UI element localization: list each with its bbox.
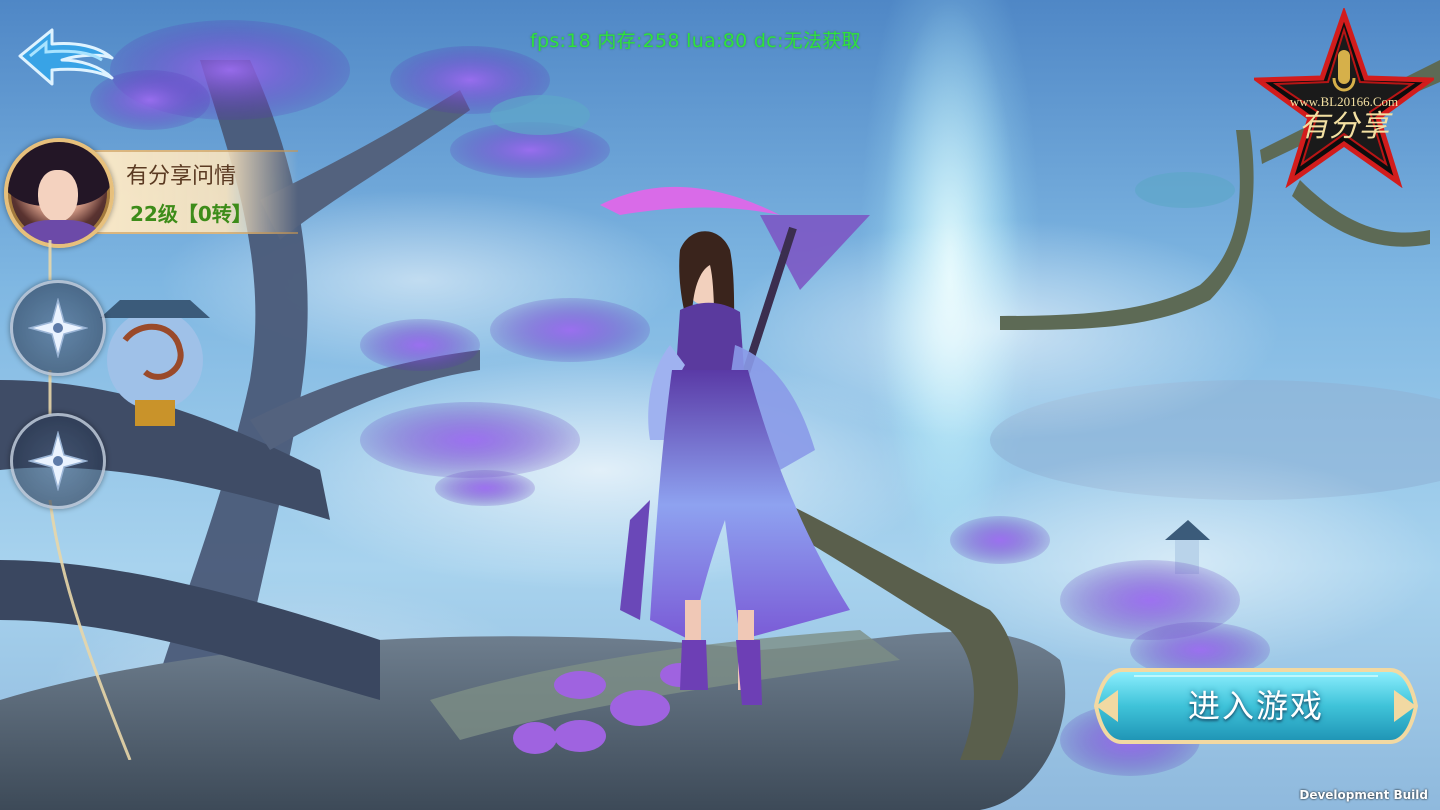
svg-text:www.BL20166.Com: www.BL20166.Com [1290, 94, 1398, 109]
enter-game-label: 进入游戏 [1187, 687, 1324, 725]
player-avatar[interactable] [4, 138, 114, 248]
back-arrow-icon [18, 28, 114, 86]
development-build-label: Development Build [1299, 788, 1428, 802]
four-point-star-icon [28, 431, 88, 491]
four-point-star-icon [28, 298, 88, 358]
debug-stats: fps:18 内存:258 lua:80 dc:无法获取 [530, 30, 861, 52]
svg-text:有分享: 有分享 [1299, 110, 1393, 143]
site-watermark-logo: www.BL20166.Com 有分享 [1254, 8, 1434, 188]
character-slot-1[interactable] [10, 280, 106, 376]
enter-game-button[interactable]: 进入游戏 [1094, 656, 1418, 756]
player-info-card[interactable]: 有分享问情 22级【0转】 [4, 138, 304, 248]
player-level: 22级【0转】 [130, 202, 252, 226]
player-name: 有分享问情 [126, 164, 237, 189]
back-button[interactable] [16, 16, 120, 88]
character-slot-2[interactable] [10, 413, 106, 509]
